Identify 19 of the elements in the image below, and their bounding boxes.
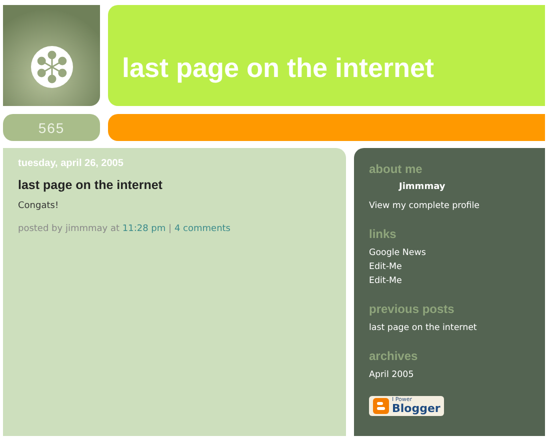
sidebar-link[interactable]: last page on the internet bbox=[369, 320, 530, 334]
sidebar-link[interactable]: April 2005 bbox=[369, 368, 530, 382]
section-heading: about me bbox=[369, 162, 424, 176]
post-date: tuesday, april 26, 2005 bbox=[18, 158, 124, 169]
flower-logo-icon bbox=[30, 46, 72, 88]
sidebar-link[interactable]: Google News bbox=[369, 246, 530, 260]
sidebar-link[interactable]: View my complete profile bbox=[369, 198, 530, 212]
blog-title: last page on the internet bbox=[122, 53, 434, 84]
blogger-logo-icon bbox=[373, 398, 389, 414]
section-heading: links bbox=[369, 226, 398, 240]
section-heading: previous posts bbox=[369, 302, 456, 316]
sidebar-link[interactable]: Edit-Me bbox=[369, 260, 530, 274]
post-body: Congats! bbox=[18, 200, 60, 213]
section-heading: archives bbox=[369, 348, 419, 362]
post-title: last page on the internet bbox=[18, 178, 164, 192]
post-byline: posted by jimmmay at bbox=[18, 224, 120, 234]
profile-name: Jimmmay bbox=[399, 181, 446, 194]
separator: | bbox=[168, 224, 172, 234]
sidebar-link[interactable]: Edit-Me bbox=[369, 274, 530, 288]
